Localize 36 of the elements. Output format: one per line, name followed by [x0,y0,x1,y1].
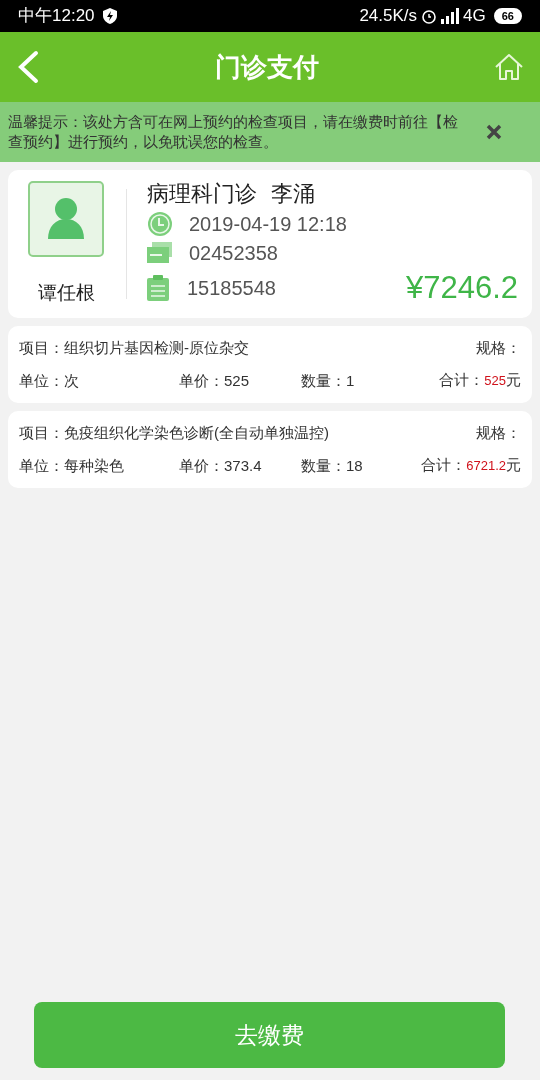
item-project: 项目：免疫组织化学染色诊断(全自动单独温控) [19,423,329,443]
item-total: 合计：6721.2元 [421,455,521,475]
shield-icon [102,8,117,24]
close-icon[interactable] [486,124,502,140]
visit-time: 2019-04-19 12:18 [189,212,347,237]
network-type: 4G [463,5,486,28]
item-spec: 规格： [476,423,521,443]
patient-name: 谭任根 [37,280,95,305]
item-total: 合计：525元 [439,370,521,390]
doctor-name: 李涌 [271,180,315,208]
total-amount: ¥7246.2 [405,268,518,307]
notice-text: 温馨提示：该处方含可在网上预约的检查项目，请在缴费时前往【检查预约】进行预约，以免耽误您的检查。 [8,112,459,152]
department: 病理科门诊 [147,180,257,208]
back-icon[interactable] [16,50,40,84]
home-icon[interactable] [494,52,524,82]
clock-icon [147,211,173,237]
cards-icon [147,241,173,265]
status-time: 中午12:20 [18,5,95,28]
item-spec: 规格： [476,338,521,358]
pay-button[interactable]: 去缴费 [34,1002,505,1068]
item-quantity: 数量：18 [301,455,363,476]
item-project: 项目：组织切片基因检测-原位杂交 [19,338,249,358]
battery-level: 66 [493,8,522,24]
signal-icon [441,8,462,24]
item-quantity: 数量：1 [301,370,355,391]
item-price: 单价：525 [179,370,251,391]
item-unit: 单位：次 [19,370,80,391]
network-speed: 24.5K/s [359,5,418,28]
card-number: 02452358 [189,241,278,266]
item-unit: 单位：每种染色 [19,455,125,476]
item-price: 单价：373.4 [179,455,263,476]
order-number: 15185548 [187,276,276,301]
avatar-icon [28,180,104,257]
clipboard-icon [147,275,169,301]
page-title: 门诊支付 [215,50,319,84]
alarm-icon [421,8,438,24]
